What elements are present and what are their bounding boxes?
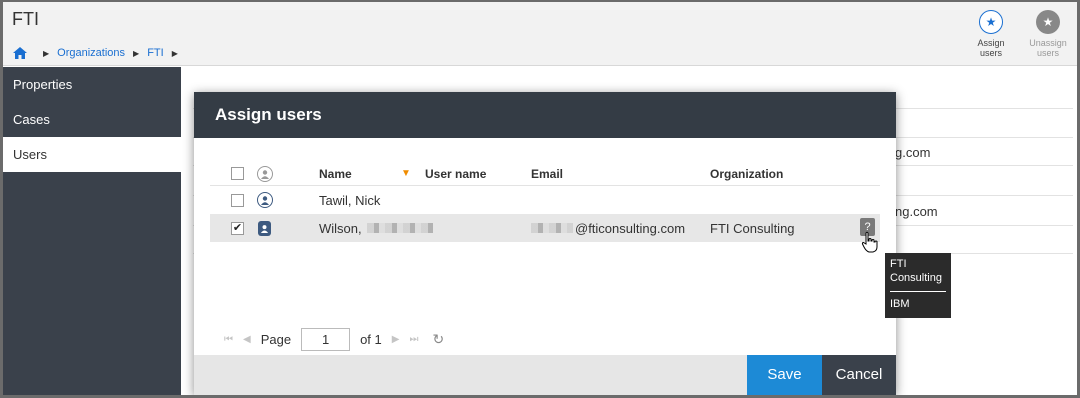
user-icon [257,192,273,208]
cancel-button[interactable]: Cancel [822,355,896,395]
home-icon[interactable] [13,47,27,59]
column-header-organization[interactable]: Organization [710,167,783,181]
table-row[interactable]: Tawil, Nick [210,186,880,214]
breadcrumb-organizations-link[interactable]: Organizations [57,47,125,59]
previous-page-icon[interactable]: ◀ [243,334,251,345]
select-all-checkbox[interactable] [231,167,244,180]
divider [890,291,946,292]
page-title: FTI [12,9,39,29]
user-name-cell: Tawil, Nick [319,192,381,208]
page-number-input[interactable]: 1 [301,328,351,351]
column-header-username[interactable]: User name [425,167,486,181]
sidebar-item-users[interactable]: Users [3,137,181,172]
organization-tooltip: FTI Consulting IBM [885,253,951,318]
grid-header: Name ▼ User name Email Organization [210,162,880,186]
assign-users-label-line2: users [979,48,1002,58]
user-organization-cell: FTI Consulting [710,220,795,236]
admin-user-icon [258,220,271,236]
star-icon: ★ [979,10,1003,34]
assign-users-label-line1: Assign [977,38,1005,48]
unassign-users-label-line1: Unassign [1029,38,1067,48]
save-button[interactable]: Save [747,355,822,395]
breadcrumb: ▶ Organizations ▶ FTI ▶ [13,47,186,59]
redacted-text [366,223,433,233]
dialog-footer: Save Cancel [194,355,896,395]
unassign-users-button[interactable]: ★ Unassign users [1023,10,1073,58]
user-email-cell: @fticonsulting.com [575,220,686,236]
breadcrumb-separator-icon: ▶ [43,48,50,58]
user-name-cell: Wilson, [319,220,362,236]
page-count-label: of 1 [360,332,382,347]
background-email-cell: ng.com [895,204,938,219]
assign-users-button[interactable]: ★ Assign users [966,10,1016,58]
page-header: FTI ▶ Organizations ▶ FTI ▶ ★ Assign use… [3,2,1077,66]
sidebar: Properties Cases Users [3,67,181,395]
next-page-icon[interactable]: ▶ [392,334,400,345]
first-page-icon[interactable]: ⏮ [224,334,233,345]
unassign-users-label-line2: users [1036,48,1059,58]
sidebar-item-properties[interactable]: Properties [3,67,181,102]
hand-cursor-icon [861,231,878,253]
tooltip-line: IBM [890,298,910,310]
assign-users-dialog: Assign users Name ▼ User name Email Orga… [194,92,896,395]
refresh-icon[interactable]: ↻ [432,331,444,348]
last-page-icon[interactable]: ⏭ [409,334,418,345]
user-type-header-icon [257,165,273,182]
breadcrumb-fti-link[interactable]: FTI [147,47,164,59]
tooltip-line: FTI [890,258,907,270]
users-grid: Name ▼ User name Email Organization Tawi… [210,162,880,242]
page-label: Page [260,332,292,347]
row-checkbox[interactable] [231,193,244,207]
tooltip-line: Consulting [890,272,942,284]
table-row[interactable]: ✔ Wilson, @fticonsulting.com FTI Consult… [210,214,880,242]
breadcrumb-separator-icon: ▶ [171,48,178,58]
background-email-cell: g.com [895,145,931,160]
dialog-title: Assign users [194,92,896,138]
column-header-name[interactable]: Name [319,167,352,181]
star-icon: ★ [1036,10,1060,34]
row-checkbox[interactable]: ✔ [231,221,244,235]
redacted-text [531,223,573,233]
filter-icon[interactable]: ▼ [401,168,411,179]
column-header-email[interactable]: Email [531,167,563,181]
sidebar-item-cases[interactable]: Cases [3,102,181,137]
breadcrumb-separator-icon: ▶ [133,48,140,58]
pagination: ⏮ ◀ Page 1 of 1 ▶ ⏭ ↻ [224,328,444,351]
app-window: FTI ▶ Organizations ▶ FTI ▶ ★ Assign use… [0,0,1080,398]
